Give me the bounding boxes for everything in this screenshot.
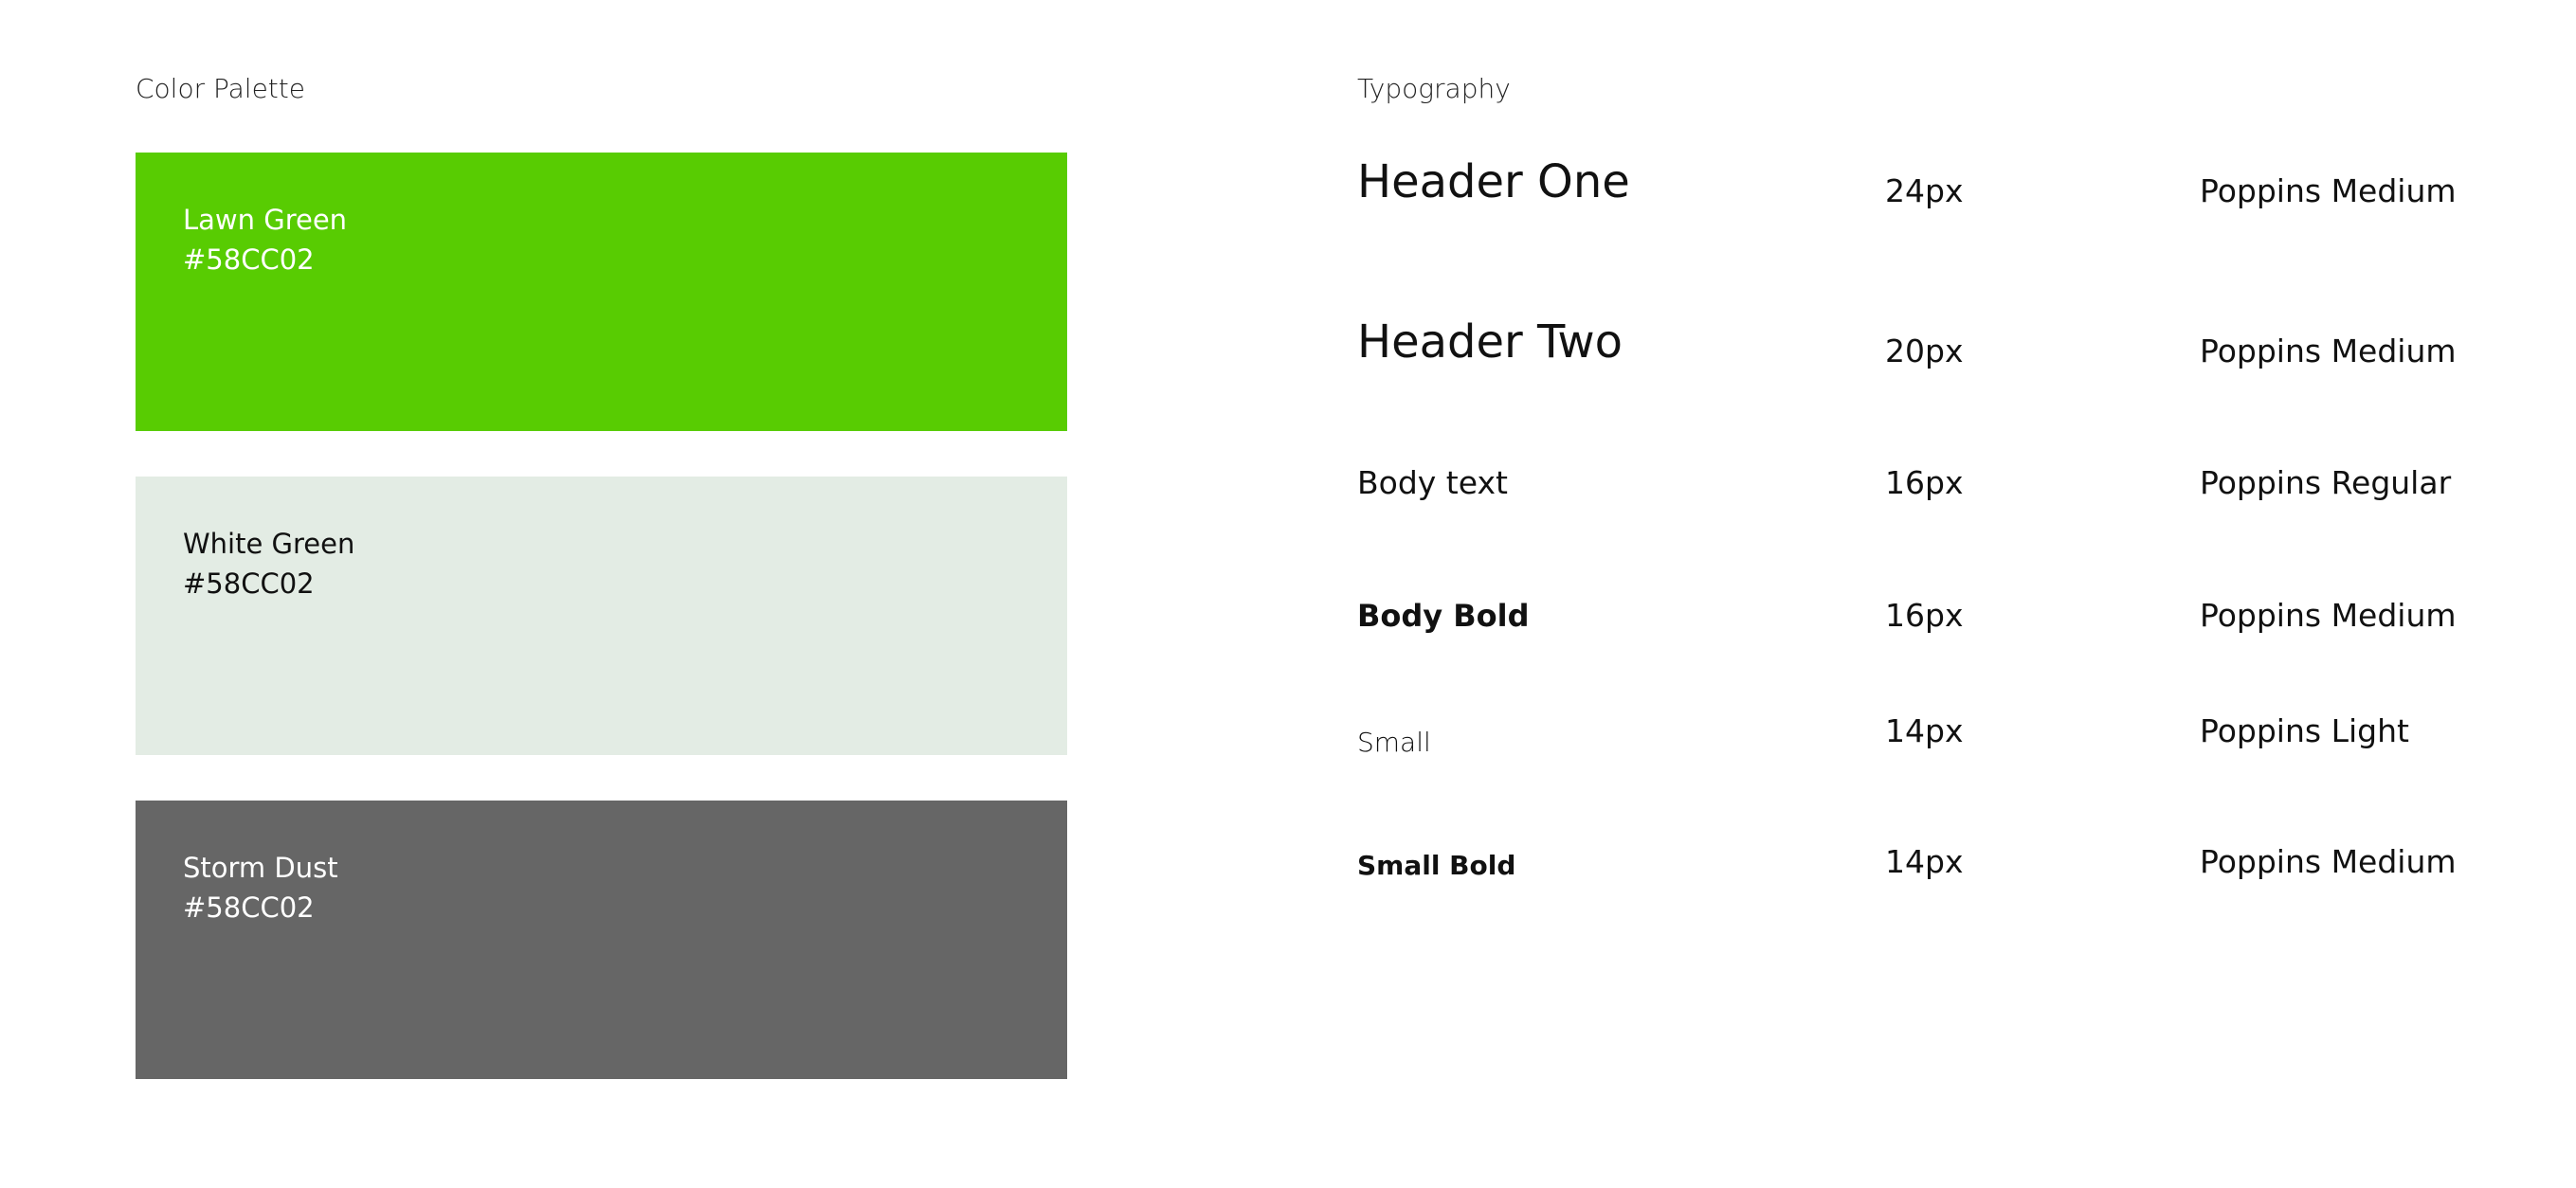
type-sample: Header Two bbox=[1357, 315, 1624, 369]
type-size: 16px bbox=[1885, 464, 1964, 501]
type-size: 20px bbox=[1885, 333, 1964, 369]
type-font: Poppins Medium bbox=[2200, 333, 2457, 369]
swatch-storm-dust: Storm Dust #58CC02 bbox=[136, 801, 1067, 1079]
type-size: 14px bbox=[1885, 712, 1964, 749]
swatch-name: White Green bbox=[183, 528, 355, 560]
swatch-hex: #58CC02 bbox=[183, 891, 315, 924]
type-sample: Header One bbox=[1357, 155, 1630, 208]
typography-row-small-bold: Small Bold 14px Poppins Medium bbox=[1357, 841, 2494, 898]
type-sample: Small Bold bbox=[1357, 850, 1516, 881]
type-font: Poppins Regular bbox=[2200, 464, 2452, 501]
type-sample: Small bbox=[1357, 727, 1431, 758]
swatch-hex: #58CC02 bbox=[183, 243, 315, 276]
type-size: 24px bbox=[1885, 172, 1964, 209]
typography-row-header-one: Header One 24px Poppins Medium bbox=[1357, 153, 2494, 210]
type-sample: Body Bold bbox=[1357, 598, 1530, 634]
type-size: 14px bbox=[1885, 843, 1964, 880]
swatch-white-green: White Green #58CC02 bbox=[136, 477, 1067, 755]
color-palette-title: Color Palette bbox=[136, 73, 305, 104]
type-size: 16px bbox=[1885, 597, 1964, 634]
typography-row-header-two: Header Two 20px Poppins Medium bbox=[1357, 314, 2494, 370]
type-font: Poppins Medium bbox=[2200, 843, 2457, 880]
type-sample: Body text bbox=[1357, 464, 1508, 501]
swatch-name: Lawn Green bbox=[183, 204, 348, 236]
typography-row-body-text: Body text 16px Poppins Regular bbox=[1357, 462, 2494, 519]
swatch-hex: #58CC02 bbox=[183, 567, 315, 600]
type-font: Poppins Medium bbox=[2200, 597, 2457, 634]
type-font: Poppins Light bbox=[2200, 712, 2409, 749]
swatch-name: Storm Dust bbox=[183, 852, 338, 884]
swatch-lawn-green: Lawn Green #58CC02 bbox=[136, 153, 1067, 431]
typography-title: Typography bbox=[1357, 73, 1511, 104]
typography-row-small: Small 14px Poppins Light bbox=[1357, 711, 2494, 767]
typography-row-body-bold: Body Bold 16px Poppins Medium bbox=[1357, 595, 2494, 652]
type-font: Poppins Medium bbox=[2200, 172, 2457, 209]
